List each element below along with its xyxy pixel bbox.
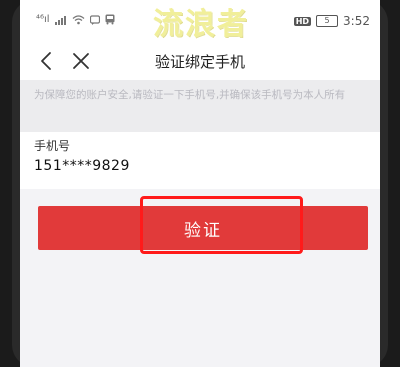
status-bar: ⁴⁶ıl 流浪者 HD 5 3:52 [20, 0, 380, 42]
hd-badge: HD [293, 16, 312, 26]
status-time: 3:52 [343, 14, 370, 28]
phone-number-value: 151****9829 [34, 158, 130, 174]
battery-level: 5 [324, 16, 330, 25]
nav-bar: 验证绑定手机 [20, 42, 380, 80]
page-title: 验证绑定手机 [154, 53, 245, 71]
signal-label: ⁴⁶ıl [36, 14, 50, 25]
security-notice: 为保障您的账户安全,请验证一下手机号,并确保该手机号为本人所有 [20, 80, 380, 132]
phone-number-label: 手机号 [34, 139, 71, 153]
wifi-icon [72, 14, 85, 24]
phone-number-field: 手机号 151****9829 [20, 132, 380, 189]
battery-icon: 5 [316, 15, 339, 27]
message-icon [89, 14, 100, 25]
status-right: HD 5 3:52 [293, 14, 370, 28]
watermark-text: 流浪者 [153, 7, 249, 42]
bus-icon [105, 14, 115, 25]
screen: ⁴⁶ıl 流浪者 HD 5 3:52 验证绑定手机 为保障您的账户安全,请验证一… [20, 0, 380, 367]
status-left: ⁴⁶ıl [36, 14, 115, 25]
verify-button[interactable]: 验证 [38, 206, 368, 250]
signal-icon [54, 15, 66, 25]
